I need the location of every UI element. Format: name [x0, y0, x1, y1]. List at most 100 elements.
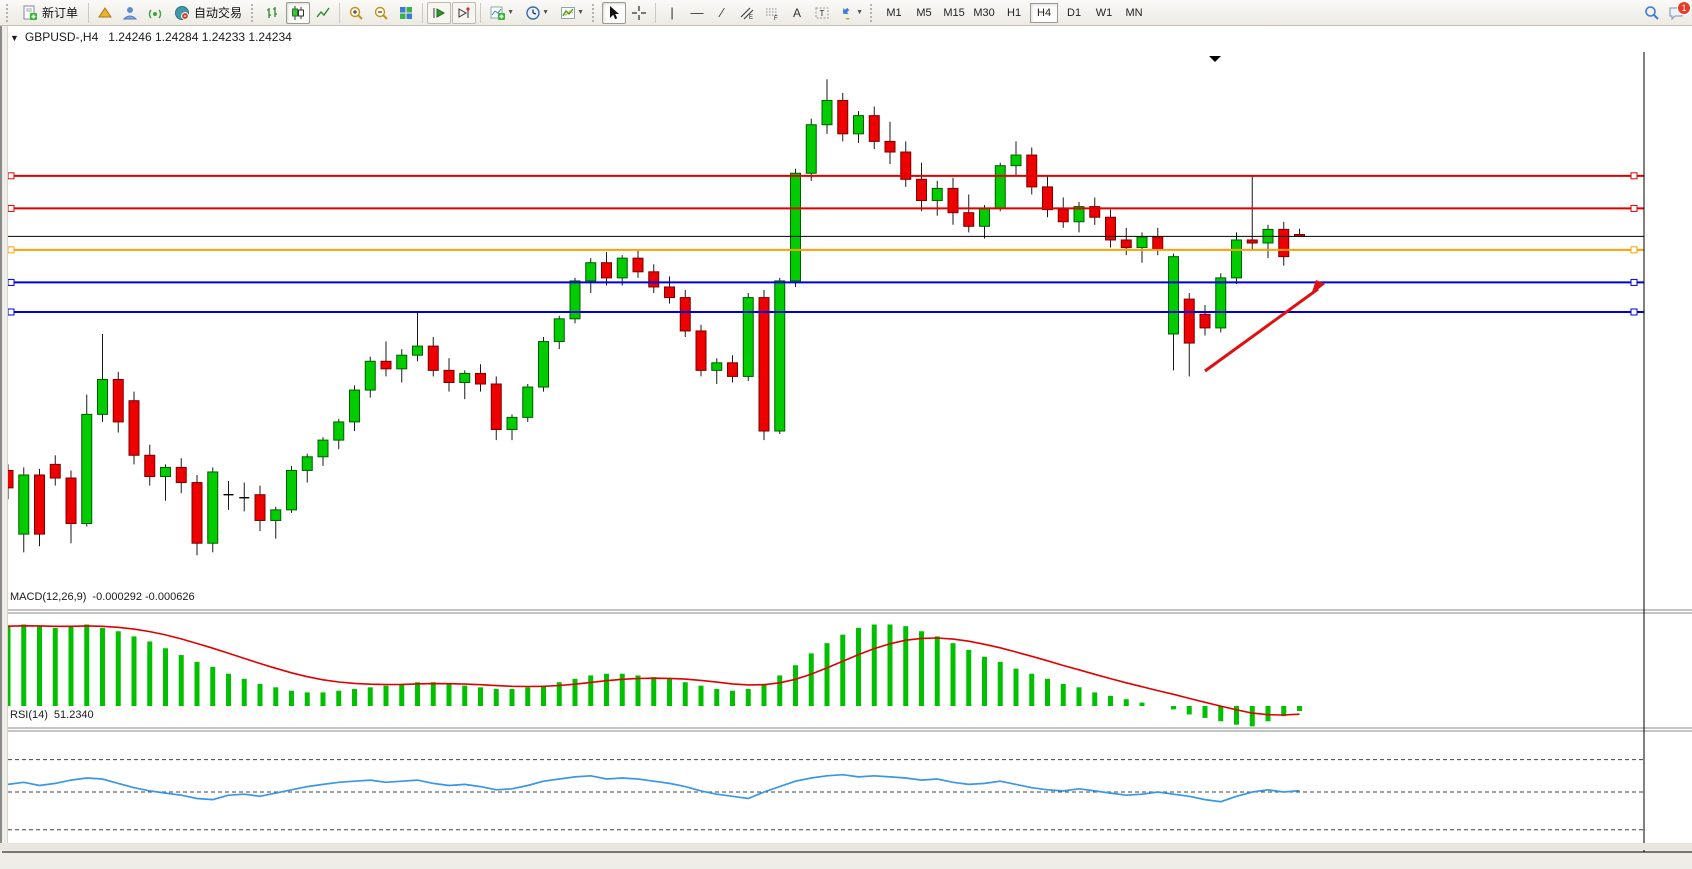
separator: [339, 3, 340, 23]
signals-icon: [147, 5, 163, 21]
macd-bar: [21, 624, 26, 706]
autotrading-button[interactable]: 自动交易: [168, 2, 248, 24]
macd-bar: [777, 675, 782, 706]
indicators-button[interactable]: ▼: [485, 2, 519, 24]
macd-bar: [998, 662, 1003, 706]
candle-up: [806, 125, 816, 174]
chart-shift-marker-icon[interactable]: [1209, 56, 1221, 62]
macd-bar: [242, 679, 247, 706]
bar-chart-button[interactable]: [261, 2, 285, 24]
macd-bar: [289, 691, 294, 706]
macd-bar: [683, 682, 688, 706]
price-chart-canvas[interactable]: [0, 52, 1692, 869]
line-anchor[interactable]: [1631, 309, 1637, 315]
tf-button-M1[interactable]: M1: [880, 3, 908, 23]
search-button[interactable]: [1640, 2, 1664, 24]
toolbar-grip[interactable]: [592, 4, 597, 22]
line-chart-button[interactable]: [311, 2, 335, 24]
macd-bar: [903, 626, 908, 706]
candle-down: [428, 346, 438, 370]
tf-button-D1[interactable]: D1: [1060, 3, 1088, 23]
community-button[interactable]: [118, 2, 142, 24]
arrows-button[interactable]: ▼: [835, 2, 867, 24]
macd-bar: [53, 628, 58, 706]
auto-scroll-icon: [431, 5, 447, 21]
candle-down: [176, 467, 186, 482]
zoom-in-button[interactable]: [344, 2, 368, 24]
candle-down: [696, 331, 706, 370]
macd-bar: [1203, 706, 1208, 718]
text-button[interactable]: A: [785, 2, 809, 24]
tf-button-M15[interactable]: M15: [940, 3, 968, 23]
macd-bar: [84, 624, 89, 706]
candle-down: [255, 495, 265, 521]
macd-bar: [478, 687, 483, 706]
trendline-button[interactable]: ∕: [710, 2, 734, 24]
candle-down: [665, 287, 675, 298]
line-anchor[interactable]: [8, 309, 14, 315]
text-label-button[interactable]: T: [810, 2, 834, 24]
macd-bar: [462, 686, 467, 706]
candle-up: [287, 470, 297, 509]
line-anchor[interactable]: [1631, 205, 1637, 211]
toolbar-grip[interactable]: [870, 4, 875, 22]
fibonacci-button[interactable]: F: [760, 2, 784, 24]
toolbar-grip[interactable]: [251, 4, 256, 22]
candle-down: [680, 298, 690, 331]
notifications-button[interactable]: 1: [1664, 2, 1688, 24]
macd-bar: [888, 624, 893, 706]
macd-bar: [793, 665, 798, 706]
templates-button[interactable]: ▼: [555, 2, 589, 24]
candle-down: [602, 263, 612, 278]
macd-bar: [746, 689, 751, 706]
macd-bar: [431, 682, 436, 706]
zoom-out-icon: [373, 5, 389, 21]
macd-bar: [714, 689, 719, 706]
zoom-out-button[interactable]: [369, 2, 393, 24]
signals-button[interactable]: [143, 2, 167, 24]
line-anchor[interactable]: [1631, 279, 1637, 285]
cursor-button[interactable]: [602, 2, 626, 24]
auto-scroll-button[interactable]: [427, 2, 451, 24]
candle-down: [1027, 155, 1037, 187]
tile-windows-icon: [398, 5, 414, 21]
tf-button-MN[interactable]: MN: [1120, 3, 1148, 23]
candlestick-chart-button[interactable]: [286, 2, 310, 24]
macd-bar: [305, 692, 310, 706]
chart-window: [0, 26, 1692, 843]
chart-shift-button[interactable]: [452, 2, 476, 24]
macd-bar: [69, 626, 74, 706]
line-anchor[interactable]: [1631, 173, 1637, 179]
candle-down: [917, 179, 927, 200]
equidistant-channel-button[interactable]: E: [735, 2, 759, 24]
candle-up: [82, 414, 92, 523]
candle-down: [50, 464, 60, 478]
line-anchor[interactable]: [1631, 247, 1637, 253]
vertical-line-button[interactable]: |: [660, 2, 684, 24]
window-bottom-strip: [0, 843, 1692, 850]
macd-bar: [37, 626, 42, 706]
line-anchor[interactable]: [8, 205, 14, 211]
tf-button-H4[interactable]: H4: [1030, 3, 1058, 23]
crosshair-button[interactable]: [627, 2, 651, 24]
candle-down: [476, 373, 486, 384]
line-anchor[interactable]: [8, 173, 14, 179]
line-anchor[interactable]: [8, 279, 14, 285]
candle-up: [932, 188, 942, 200]
periods-button[interactable]: ▼: [520, 2, 554, 24]
candle-down: [1043, 187, 1053, 210]
new-order-button[interactable]: 新订单: [16, 2, 84, 24]
tile-windows-button[interactable]: [394, 2, 418, 24]
gold-item-button[interactable]: [93, 2, 117, 24]
macd-bar: [573, 679, 578, 706]
line-anchor[interactable]: [8, 247, 14, 253]
tf-button-M30[interactable]: M30: [970, 3, 998, 23]
candle-down: [145, 455, 155, 476]
toolbar-grip[interactable]: [6, 4, 11, 22]
tf-button-W1[interactable]: W1: [1090, 3, 1118, 23]
candle-up: [570, 281, 580, 319]
arrows-icon: [839, 5, 855, 21]
tf-button-M5[interactable]: M5: [910, 3, 938, 23]
tf-button-H1[interactable]: H1: [1000, 3, 1028, 23]
horizontal-line-button[interactable]: —: [685, 2, 709, 24]
